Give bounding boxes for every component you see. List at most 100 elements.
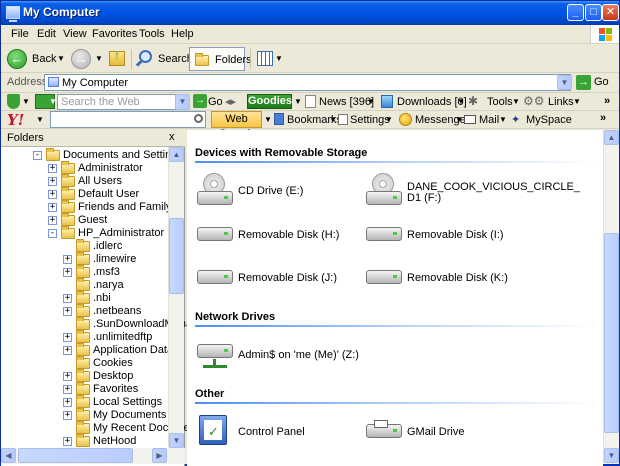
item-label: Admin$ on 'me (Me)' (Z:) [238, 349, 359, 361]
yahoo-search-icon[interactable] [194, 114, 203, 123]
minimize-button[interactable]: _ [567, 4, 584, 21]
downloads-dropdown-icon[interactable]: ▼ [457, 97, 465, 106]
close-button[interactable]: ✕ [602, 4, 619, 21]
links-button[interactable]: Links [548, 96, 574, 108]
horizontal-scroll-thumb[interactable] [18, 448, 133, 463]
messenger-icon [399, 113, 412, 126]
google-go-icon[interactable]: → [193, 94, 207, 108]
web-search-dropdown-icon[interactable]: ▼ [264, 115, 272, 124]
folders-button[interactable]: Folders [189, 47, 252, 71]
menu-help[interactable]: Help [171, 28, 194, 40]
scroll-left-button[interactable]: ◀ [1, 448, 16, 463]
menu-favorites[interactable]: Favorites [92, 28, 137, 40]
folders-horizontal-scrollbar[interactable]: ◀ ▶ [1, 448, 185, 464]
folder-icon [76, 421, 90, 434]
back-dropdown-icon[interactable]: ▼ [57, 54, 65, 63]
expand-icon[interactable]: + [48, 177, 57, 186]
gmail-drive-item[interactable]: GMail Drive [366, 420, 516, 442]
scroll-down-button[interactable]: ▼ [169, 433, 184, 448]
folders-pane-close-icon[interactable]: x [169, 131, 175, 143]
dvd-drive-item[interactable]: DANE_COOK_VICIOUS_CIRCLE_ D1 (F:) [366, 173, 596, 213]
menu-edit[interactable]: Edit [37, 28, 56, 40]
toolbar-scroll-left-icon[interactable]: ◂▸ [225, 95, 236, 108]
settings-button[interactable]: Settings [350, 114, 390, 126]
google-search-input[interactable]: Search the Web [57, 94, 176, 110]
expand-icon[interactable]: + [48, 216, 57, 225]
expand-icon[interactable]: + [63, 333, 72, 342]
network-drive-item[interactable]: Admin$ on 'me (Me)' (Z:) [197, 340, 377, 370]
menu-view[interactable]: View [63, 28, 87, 40]
web-search-button[interactable]: Web Search [211, 111, 262, 140]
maximize-button[interactable]: □ [585, 4, 602, 21]
expand-icon[interactable]: + [63, 294, 72, 303]
removable-disk-h[interactable]: Removable Disk (H:) [197, 226, 347, 244]
expand-icon[interactable]: + [63, 346, 72, 355]
expand-icon[interactable]: + [63, 307, 72, 316]
tree-item-label: Administrator [78, 162, 143, 174]
control-panel-item[interactable]: ✓ Control Panel [197, 415, 347, 447]
menu-file[interactable]: File [11, 28, 29, 40]
expand-icon[interactable]: + [63, 255, 72, 264]
yahoo-logo[interactable]: Y! [7, 111, 24, 129]
folder-icon [76, 408, 90, 421]
address-dropdown-button[interactable]: ▼ [557, 75, 572, 90]
removable-disk-k[interactable]: Removable Disk (K:) [366, 269, 516, 287]
google-go-button[interactable]: Go [208, 96, 223, 108]
yahoo-menu-dropdown-icon[interactable]: ▼ [36, 115, 44, 124]
expand-icon[interactable]: + [63, 268, 72, 277]
views-icon[interactable] [257, 51, 273, 66]
folders-vertical-scrollbar[interactable]: ▲ ▼ [168, 147, 184, 449]
menu-tools[interactable]: Tools [139, 28, 165, 40]
google-search-dropdown[interactable]: ▼ [175, 94, 190, 110]
folder-icon [76, 330, 90, 343]
removable-disk-j[interactable]: Removable Disk (J:) [197, 269, 347, 287]
folder-icon [46, 148, 60, 161]
go-arrow-icon[interactable]: → [576, 75, 591, 90]
tools-button[interactable]: Tools [487, 96, 513, 108]
content-vertical-scrollbar[interactable]: ▲ ▼ [603, 130, 619, 464]
tree-item-label: Documents and Settings [63, 149, 183, 161]
scroll-right-button[interactable]: ▶ [152, 448, 167, 463]
forward-arrow-icon[interactable]: → [71, 49, 91, 69]
mail-button[interactable]: Mail [479, 114, 499, 126]
address-go-button[interactable]: Go [594, 76, 609, 88]
address-input[interactable]: My Computer [44, 74, 571, 91]
expand-icon[interactable]: + [63, 398, 72, 407]
content-scroll-up-button[interactable]: ▲ [604, 130, 619, 145]
tools-dropdown-icon[interactable]: ▼ [512, 97, 520, 106]
content-scroll-down-button[interactable]: ▼ [604, 448, 619, 463]
links-dropdown-icon[interactable]: ▼ [573, 97, 581, 106]
folder-icon [61, 213, 75, 226]
removable-disk-i[interactable]: Removable Disk (I:) [366, 226, 516, 244]
toolbar-overflow-icon[interactable]: » [604, 95, 610, 107]
downloads-icon [381, 95, 393, 108]
content-scroll-thumb[interactable] [604, 233, 619, 433]
yahoo-search-input[interactable] [50, 111, 206, 128]
collapse-icon[interactable]: - [48, 229, 57, 238]
myspace-button[interactable]: MySpace [526, 114, 572, 126]
expand-icon[interactable]: + [48, 190, 57, 199]
news-dropdown-icon[interactable]: ▼ [367, 97, 375, 106]
news-button[interactable]: News [396] [319, 96, 374, 108]
expand-icon[interactable]: + [48, 164, 57, 173]
views-dropdown-icon[interactable]: ▼ [275, 54, 283, 63]
title-bar[interactable]: My Computer _ □ ✕ [1, 1, 619, 25]
expand-icon[interactable]: + [63, 437, 72, 446]
scroll-thumb[interactable] [169, 218, 184, 294]
collapse-icon[interactable]: - [33, 151, 42, 160]
scroll-up-button[interactable]: ▲ [169, 147, 184, 162]
back-arrow-icon[interactable]: ← [7, 49, 27, 69]
goodies-dropdown-icon[interactable]: ▼ [294, 97, 302, 106]
search-button[interactable]: Search [158, 53, 193, 65]
google-menu-dropdown-icon[interactable]: ▼ [22, 97, 30, 106]
back-button[interactable]: Back [32, 53, 56, 65]
expand-icon[interactable]: + [48, 203, 57, 212]
forward-dropdown-icon[interactable]: ▼ [95, 54, 103, 63]
goodies-button[interactable]: Goodies [247, 94, 292, 109]
yahoo-overflow-icon[interactable]: » [600, 112, 606, 124]
expand-icon[interactable]: + [63, 411, 72, 420]
folder-up-icon[interactable]: ↑ [109, 48, 125, 66]
expand-icon[interactable]: + [63, 385, 72, 394]
cd-drive-item[interactable]: CD Drive (E:) [197, 173, 347, 213]
expand-icon[interactable]: + [63, 372, 72, 381]
